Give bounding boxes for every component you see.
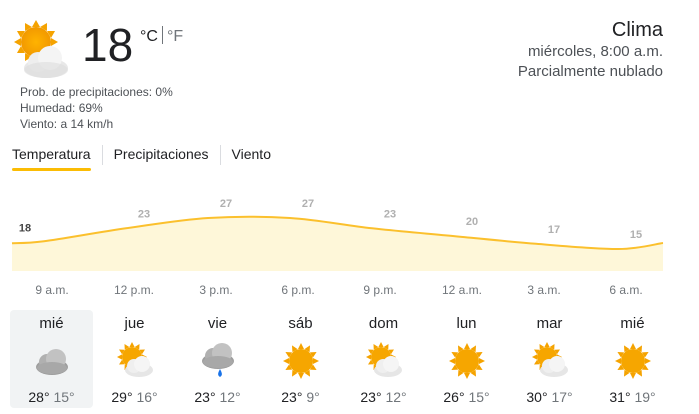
- temperature-chart-svg: 18 23 27 27 23 20 17 15 9 a.m. 12 p.m. 3 p.m. 6 p.m…: [11, 198, 664, 297]
- time-label: 9 a.m.: [35, 283, 68, 297]
- day-name: dom: [368, 315, 399, 332]
- current-conditions: 18 °C °F Prob. de precipitaciones: 0% Hum…: [12, 18, 272, 138]
- day-forecast[interactable]: jue 29° 16°: [93, 310, 176, 408]
- fahrenheit-unit[interactable]: °F: [167, 28, 183, 46]
- time-label: 3 a.m.: [527, 283, 560, 297]
- day-temperatures: 23° 9°: [259, 389, 342, 405]
- date-time: miércoles, 8:00 a.m.: [527, 43, 663, 60]
- day-temperatures: 30° 17°: [508, 389, 591, 405]
- time-label: 12 a.m.: [442, 283, 482, 297]
- precipitation-chance: Prob. de precipitaciones: 0%: [20, 85, 173, 99]
- chart-tabs: Temperatura Precipitaciones Viento: [12, 143, 271, 171]
- low-temperature: 15°: [468, 389, 490, 405]
- day-temperatures: 23° 12°: [176, 389, 259, 405]
- condition-text: Parcialmente nublado: [517, 63, 663, 80]
- temperature-value-label: 27: [302, 198, 314, 210]
- day-temperatures: 26° 15°: [425, 389, 508, 405]
- current-temperature: 18: [82, 19, 134, 71]
- tab-precipitation[interactable]: Precipitaciones: [114, 143, 209, 171]
- temperature-value-label: 20: [466, 216, 478, 228]
- sunny-icon: [614, 343, 651, 379]
- day-name: mar: [536, 315, 563, 332]
- day-temperatures: 29° 16°: [93, 389, 176, 405]
- cloudy-icon: [35, 349, 68, 375]
- low-temperature: 15°: [53, 389, 75, 405]
- temperature-value-label: 23: [384, 208, 396, 220]
- wind-speed: Viento: a 14 km/h: [20, 117, 114, 131]
- partly-cloudy-icon: [531, 342, 568, 377]
- low-temperature: 12°: [385, 389, 407, 405]
- low-temperature: 16°: [136, 389, 158, 405]
- day-temperatures: 28° 15°: [10, 389, 93, 405]
- partly-cloudy-icon: [116, 342, 153, 377]
- day-forecast[interactable]: mié 31° 19°: [591, 310, 674, 408]
- day-temperatures: 23° 12°: [342, 389, 425, 405]
- high-temperature: 23°: [281, 389, 303, 405]
- temperature-value-label: 18: [19, 222, 31, 234]
- unit-divider: [161, 26, 163, 44]
- low-temperature: 12°: [219, 389, 241, 405]
- high-temperature: 23°: [360, 389, 382, 405]
- tab-divider: [219, 145, 221, 165]
- sunny-icon: [448, 343, 485, 379]
- location-header: Clima miércoles, 8:00 a.m. Parcialmente …: [518, 18, 663, 82]
- unit-switch: °C °F: [140, 26, 183, 46]
- tab-temperature[interactable]: Temperatura: [12, 143, 91, 171]
- weather-title: Clima: [611, 19, 663, 41]
- high-temperature: 30°: [526, 389, 548, 405]
- high-temperature: 28°: [28, 389, 50, 405]
- sunny-icon: [282, 343, 319, 379]
- day-forecast[interactable]: mié 28° 15°: [10, 310, 93, 408]
- low-temperature: 17°: [551, 389, 573, 405]
- time-label: 9 p.m.: [363, 283, 396, 297]
- day-forecast[interactable]: sáb 23° 9°: [259, 310, 342, 408]
- day-forecast[interactable]: mar 30° 17°: [508, 310, 591, 408]
- weather-details: Prob. de precipitaciones: 0% Humedad: 69…: [20, 84, 173, 132]
- day-name: lun: [456, 315, 477, 332]
- time-label: 12 p.m.: [114, 283, 154, 297]
- time-label: 6 p.m.: [281, 283, 314, 297]
- low-temperature: 19°: [634, 389, 656, 405]
- day-name: mié: [39, 315, 64, 332]
- celsius-unit[interactable]: °C: [140, 28, 158, 46]
- daily-forecast: mié 28° 15° jue 29° 16° vie 23° 12° sáb 23° 9° d…: [10, 310, 674, 410]
- day-forecast[interactable]: vie 23° 12°: [176, 310, 259, 408]
- temperature-value-label: 23: [138, 208, 150, 220]
- high-temperature: 26°: [443, 389, 465, 405]
- low-temperature: 9°: [306, 389, 320, 405]
- day-name: jue: [124, 315, 145, 332]
- tab-divider: [101, 145, 103, 165]
- temperature-value-label: 17: [548, 224, 560, 236]
- day-temperatures: 31° 19°: [591, 389, 674, 405]
- rain-icon: [201, 343, 234, 377]
- day-forecast[interactable]: dom 23° 12°: [342, 310, 425, 408]
- partly-cloudy-icon: [365, 342, 402, 377]
- temperature-value-label: 27: [220, 198, 232, 210]
- high-temperature: 31°: [609, 389, 631, 405]
- tab-wind[interactable]: Viento: [232, 143, 271, 171]
- day-name: mié: [620, 315, 645, 332]
- temperature-chart: 18 23 27 27 23 20 17 15 9 a.m. 12 p.m. 3 p.m. 6 p.m…: [0, 196, 699, 306]
- time-label: 3 p.m.: [199, 283, 232, 297]
- temperature-area: [12, 216, 663, 271]
- high-temperature: 29°: [111, 389, 133, 405]
- day-forecast[interactable]: lun 26° 15°: [425, 310, 508, 408]
- time-label: 6 a.m.: [609, 283, 642, 297]
- humidity: Humedad: 69%: [20, 101, 103, 115]
- temperature-value-label: 15: [630, 229, 642, 241]
- partly-cloudy-icon: [14, 20, 68, 78]
- high-temperature: 23°: [194, 389, 216, 405]
- day-name: sáb: [288, 315, 313, 332]
- day-name: vie: [207, 315, 228, 332]
